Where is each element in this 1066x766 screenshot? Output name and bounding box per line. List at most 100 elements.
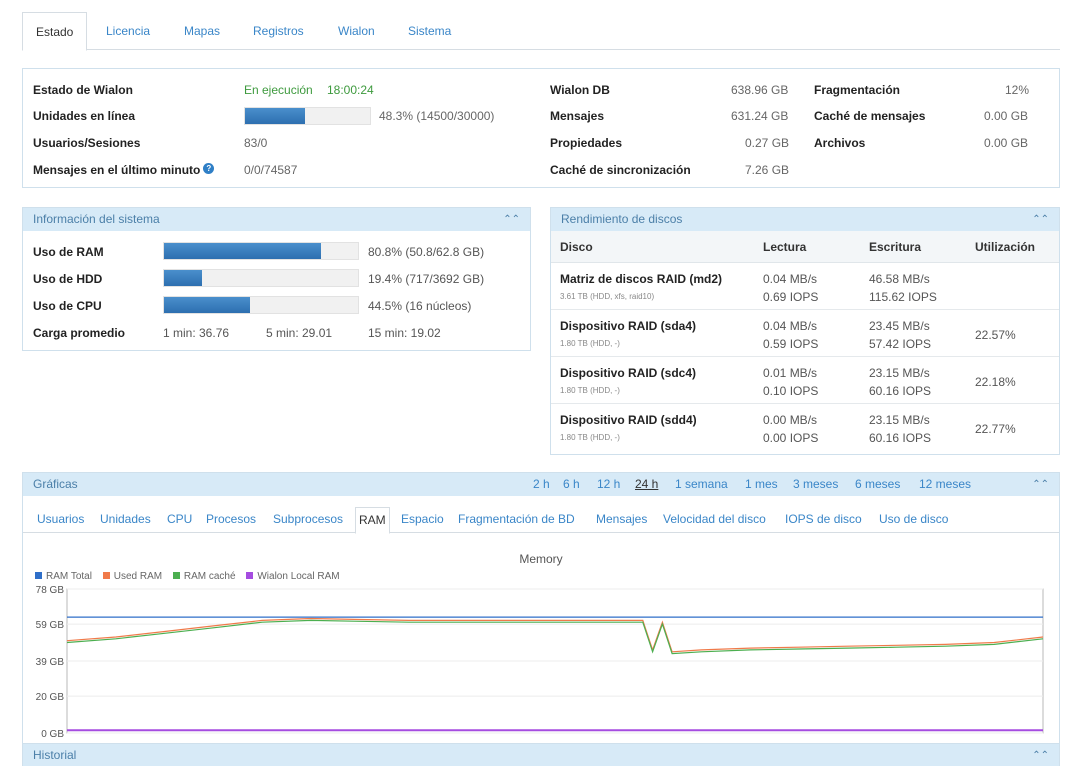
units-online-bar-fill [245, 108, 306, 124]
tab-estado[interactable]: Estado [22, 12, 88, 51]
graph-tab-usuarios[interactable]: Usuarios [37, 512, 84, 526]
disk-write-iops: 57.42 IOPS [869, 337, 932, 351]
wialon-state-time: 18:00:24 [327, 83, 374, 97]
tab-sistema[interactable]: Sistema [408, 12, 451, 50]
db-label: Wialon DB [550, 83, 610, 97]
graph-tab-espacio[interactable]: Espacio [401, 512, 444, 526]
range-12h[interactable]: 12 h [597, 473, 620, 496]
disk-read-mb: 0.04 MB/s [763, 272, 818, 286]
hdd-usage-text: 19.4% (717/3692 GB) [368, 272, 485, 286]
ram-usage-bar [163, 242, 359, 260]
legend-ram-total[interactable]: RAM Total [35, 571, 92, 582]
graph-tab-iops-disco[interactable]: IOPS de disco [785, 512, 862, 526]
graph-tab-fragmentacion[interactable]: Fragmentación de BD [458, 512, 575, 526]
tab-licencia[interactable]: Licencia [106, 12, 150, 50]
disk-read-mb: 0.04 MB/s [763, 319, 818, 333]
disk-name: Matriz de discos RAID (md2) [560, 272, 723, 286]
disk-util: 22.57% [975, 328, 1016, 342]
ram-usage-label: Uso de RAM [33, 245, 104, 259]
graph-tab-procesos[interactable]: Procesos [206, 512, 256, 526]
load-1min: 1 min: 36.76 [163, 326, 230, 340]
legend-wialon-local-ram[interactable]: Wialon Local RAM [246, 571, 340, 582]
graphs-title: Gráficas [33, 477, 78, 491]
disk-performance-header[interactable]: Rendimiento de discos ⌃⌃ [551, 208, 1059, 231]
collapse-up-icon[interactable]: ⌃⌃ [503, 208, 520, 231]
range-1-month[interactable]: 1 mes [745, 473, 778, 496]
range-1-week[interactable]: 1 semana [675, 473, 728, 496]
graph-tab-unidades[interactable]: Unidades [100, 512, 151, 526]
cpu-usage-bar-fill [164, 297, 251, 313]
legend-label: Used RAM [113, 571, 163, 582]
range-24h[interactable]: 24 h [635, 473, 658, 496]
main-tabs: Estado Licencia Mapas Registros Wialon S… [22, 12, 1060, 51]
range-12-months[interactable]: 12 meses [919, 473, 971, 496]
cpu-usage-label: Uso de CPU [33, 299, 102, 313]
msg-cache-label: Caché de mensajes [814, 109, 926, 123]
hdd-usage-label: Uso de HDD [33, 272, 103, 286]
graphs-panel: Gráficas 2 h 6 h 12 h 24 h 1 semana 1 me… [22, 472, 1060, 743]
msgs-minute-value: 0/0/74587 [244, 163, 298, 177]
disk-sub: 3.61 TB (HDD, xfs, raid10) [560, 292, 655, 301]
table-row: Dispositivo RAID (sda4) 1.80 TB (HDD, -)… [551, 310, 1059, 357]
files-label: Archivos [814, 136, 866, 150]
msgs-minute-label-text: Mensajes en el último minuto [33, 163, 201, 177]
disk-name: Dispositivo RAID (sdd4) [560, 413, 697, 427]
disk-sub: 1.80 TB (HDD, -) [560, 339, 620, 348]
history-title: Historial [33, 748, 77, 762]
graph-tab-mensajes[interactable]: Mensajes [596, 512, 647, 526]
cpu-usage-bar [163, 296, 359, 314]
legend-used-ram[interactable]: Used RAM [102, 571, 163, 582]
collapse-up-icon[interactable]: ⌃⌃ [1032, 208, 1049, 231]
range-2h[interactable]: 2 h [533, 473, 550, 496]
y-tick-label: 39 GB [36, 657, 65, 668]
load-5min: 5 min: 29.01 [266, 326, 333, 340]
history-header[interactable]: Historial ⌃⌃ [23, 744, 1059, 766]
range-3-months[interactable]: 3 meses [793, 473, 838, 496]
graph-tabs: Usuarios Unidades CPU Procesos Subproces… [23, 507, 1059, 534]
legend-swatch [102, 572, 110, 579]
y-tick-label: 78 GB [36, 585, 65, 596]
disk-util: 22.18% [975, 375, 1016, 389]
disk-write-mb: 23.45 MB/s [869, 319, 930, 333]
graph-tab-ram[interactable]: RAM [355, 507, 390, 534]
system-info-header[interactable]: Información del sistema ⌃⌃ [23, 208, 530, 231]
chart-title: Memory [519, 552, 563, 566]
graph-tab-cpu[interactable]: CPU [167, 512, 192, 526]
tab-mapas[interactable]: Mapas [184, 12, 220, 50]
collapse-up-icon[interactable]: ⌃⌃ [1032, 473, 1049, 496]
y-tick-label: 59 GB [36, 620, 65, 631]
messages-label: Mensajes [550, 109, 605, 123]
msgs-minute-label: Mensajes en el último minuto? [33, 163, 215, 177]
fragmentation-label: Fragmentación [814, 83, 901, 97]
help-icon[interactable]: ? [203, 163, 215, 174]
disk-sub: 1.80 TB (HDD, -) [560, 386, 620, 395]
range-6h[interactable]: 6 h [563, 473, 580, 496]
legend-ram-cache[interactable]: RAM caché [172, 571, 236, 582]
graph-tab-velocidad-disco[interactable]: Velocidad del disco [663, 512, 766, 526]
disk-read-iops: 0.00 IOPS [763, 431, 819, 445]
graphs-header[interactable]: Gráficas 2 h 6 h 12 h 24 h 1 semana 1 me… [23, 473, 1059, 496]
disk-name: Dispositivo RAID (sdc4) [560, 366, 697, 380]
tab-wialon[interactable]: Wialon [338, 12, 375, 50]
users-sessions-value: 83/0 [244, 136, 268, 150]
msg-cache-value: 0.00 GB [984, 109, 1029, 123]
hdd-usage-bar [163, 269, 359, 287]
legend-label: RAM caché [183, 571, 236, 582]
col-utilization: Utilización [975, 240, 1036, 254]
collapse-up-icon[interactable]: ⌃⌃ [1032, 744, 1049, 766]
graph-tab-uso-disco[interactable]: Uso de disco [879, 512, 948, 526]
disk-table: Disco Lectura Escritura Utilización Matr… [551, 231, 1059, 451]
col-write: Escritura [869, 240, 922, 254]
disk-util: 22.77% [975, 422, 1016, 436]
table-row: Dispositivo RAID (sdd4) 1.80 TB (HDD, -)… [551, 404, 1059, 451]
properties-value: 0.27 GB [745, 136, 790, 150]
col-disk: Disco [560, 240, 593, 254]
sync-cache-value: 7.26 GB [745, 163, 790, 177]
graph-tab-subprocesos[interactable]: Subprocesos [273, 512, 343, 526]
disk-write-mb: 46.58 MB/s [869, 272, 930, 286]
disk-name: Dispositivo RAID (sda4) [560, 319, 697, 333]
history-panel: Historial ⌃⌃ [22, 743, 1060, 766]
tab-registros[interactable]: Registros [253, 12, 304, 50]
disk-performance-panel: Rendimiento de discos ⌃⌃ Disco Lectura E… [550, 207, 1060, 455]
range-6-months[interactable]: 6 meses [855, 473, 900, 496]
